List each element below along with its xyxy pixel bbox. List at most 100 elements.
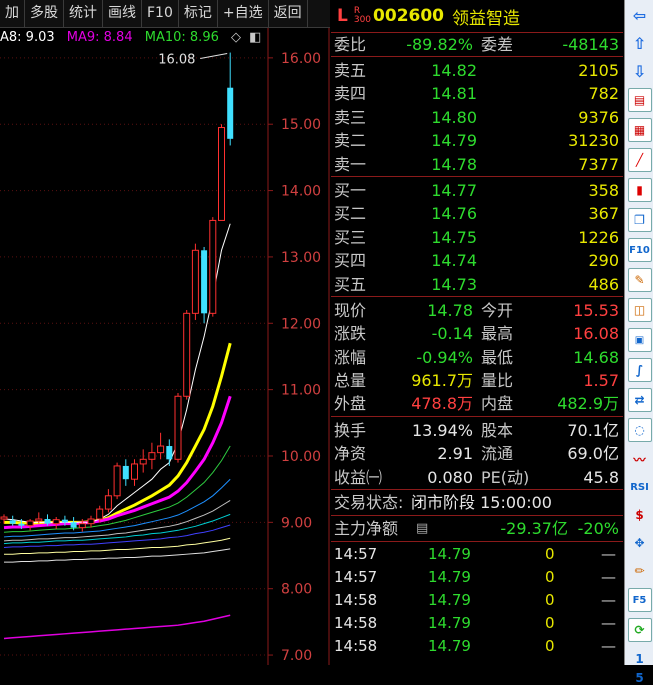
f12-icon[interactable]: ▣ bbox=[627, 328, 652, 352]
high-arrow bbox=[200, 53, 228, 60]
formula-icon[interactable]: ∫ bbox=[627, 358, 652, 382]
flow-detail-icon[interactable]: ▤ bbox=[416, 516, 428, 541]
candle-body bbox=[70, 522, 77, 528]
quote-panel: L R 300 002600 领益智造 委比 -89.82% 委差 -48143… bbox=[331, 0, 623, 665]
candle-body bbox=[78, 523, 86, 529]
ask-book: 卖五 14.82 2105 卖四 14.81 782 卖三 14.80 9376 卖二 14.79 3… bbox=[331, 57, 623, 176]
candle-body bbox=[166, 446, 173, 460]
candle-body bbox=[35, 518, 43, 522]
right-toolbar: ⇦ ⇧ ⇩ ▤ ▦ ╱ ▮ ❐ F10 ✎ ◫ ▣ ∫ ⇄ ◌ 〰 RSI $ … bbox=[624, 0, 653, 685]
toolbar-add[interactable]: 加 bbox=[0, 0, 25, 27]
stat-label: 外盘 bbox=[334, 394, 367, 414]
y-tick-label: 7.00 bbox=[281, 648, 312, 664]
candle-body bbox=[131, 463, 138, 480]
weicha-value: -48143 bbox=[562, 35, 619, 54]
stat-value: 961.7万 bbox=[411, 371, 473, 391]
stat-label: 最高 bbox=[481, 324, 514, 344]
report-icon[interactable]: ▤ bbox=[627, 88, 652, 112]
candle-body bbox=[61, 519, 68, 523]
bid-price: 14.74 bbox=[431, 251, 477, 271]
arrow-left-icon[interactable]: ⇦ bbox=[629, 4, 651, 26]
kline-icon[interactable]: ▮ bbox=[627, 178, 652, 202]
stat-label: 今开 bbox=[481, 300, 514, 320]
bid-book: 买一 14.77 358 买二 14.76 367 买三 14.75 1226 买四 14.74 29… bbox=[331, 175, 623, 296]
f10-icon[interactable]: F10 bbox=[627, 238, 652, 262]
toolbar-add-watchlist[interactable]: +自选 bbox=[218, 0, 269, 27]
board-badge: R 300 bbox=[354, 7, 371, 25]
rsi-icon[interactable]: RSI bbox=[629, 476, 651, 498]
toolbar-mark[interactable]: 标记 bbox=[179, 0, 218, 27]
fundamentals: 换手 13.94% 股本 70.1亿 净资 2.91 流通 69.0亿 收益㈠ 0.080 PE(动… bbox=[331, 415, 623, 489]
fund-value: 2.91 bbox=[437, 444, 473, 464]
fund-value: 45.8 bbox=[583, 467, 619, 487]
tick-price: 14.79 bbox=[428, 568, 471, 587]
toolbar-f10[interactable]: F10 bbox=[142, 0, 179, 27]
main-flow-row: 主力净额 ▤ -29.37亿 -20% bbox=[331, 515, 623, 543]
bid-volume: 486 bbox=[588, 274, 619, 294]
toolbar-back[interactable]: 返回 bbox=[269, 0, 308, 27]
trade-status-row: 交易状态: 闭市阶段 15:00:00 bbox=[331, 489, 623, 515]
period-1[interactable]: 1 bbox=[629, 648, 651, 670]
ma-line bbox=[3, 614, 231, 640]
trade-status-value: 闭市阶段 15:00:00 bbox=[411, 493, 552, 513]
f5-icon[interactable]: F5 bbox=[627, 588, 652, 612]
tick-flag: — bbox=[601, 614, 616, 633]
toolbar-multi-stock[interactable]: 多股 bbox=[25, 0, 64, 27]
cycle-icon[interactable]: ⟳ bbox=[627, 618, 652, 642]
candle-body bbox=[26, 520, 34, 527]
wave-icon[interactable]: 〰 bbox=[629, 448, 651, 470]
candle-body bbox=[191, 249, 199, 314]
ask-label: 卖一 bbox=[334, 154, 367, 174]
main-flow-pct: -20% bbox=[577, 519, 619, 539]
stat-label: 涨跌 bbox=[334, 324, 367, 344]
candlestick-chart[interactable]: 16.00 15.00 14.00 13.00 12.00 11.00 10.00 9.00 8… bbox=[0, 28, 330, 665]
tick-volume: 0 bbox=[545, 637, 555, 656]
high-label: 16.08 bbox=[158, 53, 195, 68]
bid-price: 14.77 bbox=[431, 180, 477, 200]
ask-row: 卖一 14.78 7377 bbox=[331, 153, 623, 176]
period-5[interactable]: 5 bbox=[629, 671, 651, 685]
windows-icon[interactable]: ❐ bbox=[627, 208, 652, 232]
stat-row: 现价 14.78 今开 15.53 bbox=[331, 299, 623, 322]
notes-icon[interactable]: ✎ bbox=[627, 268, 652, 292]
tick-time: 14:57 bbox=[334, 545, 378, 564]
stock-switch-icon[interactable]: ⇄ bbox=[627, 388, 652, 412]
candle-body bbox=[209, 219, 217, 314]
ask-volume: 2105 bbox=[578, 61, 619, 80]
tick-volume: 0 bbox=[545, 545, 555, 564]
bid-row: 买五 14.73 486 bbox=[331, 273, 623, 296]
ask-volume: 9376 bbox=[578, 107, 619, 127]
candle-body bbox=[157, 445, 165, 454]
price-stats: 现价 14.78 今开 15.53 涨跌 -0.14 最高 16.08 涨幅 -0.94% 最低 14… bbox=[331, 295, 623, 416]
self-select-icon[interactable]: ◫ bbox=[627, 298, 652, 322]
move-icon[interactable]: ✥ bbox=[629, 532, 651, 554]
stock-header: L R 300 002600 领益智造 bbox=[331, 0, 623, 33]
ask-price: 14.80 bbox=[431, 107, 477, 127]
tick-price: 14.79 bbox=[428, 591, 471, 610]
arrow-down-icon[interactable]: ⇩ bbox=[629, 60, 651, 82]
pencil-icon[interactable]: ✏ bbox=[629, 560, 651, 582]
ask-row: 卖四 14.81 782 bbox=[331, 82, 623, 105]
toolbar-draw-line[interactable]: 画线 bbox=[103, 0, 142, 27]
tick-price: 14.79 bbox=[428, 545, 471, 564]
arrow-up-icon[interactable]: ⇧ bbox=[629, 32, 651, 54]
y-tick-label: 9.00 bbox=[281, 515, 312, 531]
ma-line bbox=[3, 395, 232, 530]
main-flow-label: 主力净额 bbox=[334, 519, 399, 539]
bid-row: 买四 14.74 290 bbox=[331, 249, 623, 272]
trend-chart-icon[interactable]: ╱ bbox=[627, 148, 652, 172]
y-tick-label: 15.00 bbox=[281, 117, 321, 133]
tick-time: 14:57 bbox=[334, 568, 378, 587]
candle-body bbox=[113, 465, 121, 497]
ask-row: 卖五 14.82 2105 bbox=[331, 59, 623, 82]
table-icon[interactable]: ▦ bbox=[627, 118, 652, 142]
candle-body bbox=[139, 458, 147, 465]
money-icon[interactable]: $ bbox=[629, 504, 651, 526]
bid-row: 买二 14.76 367 bbox=[331, 202, 623, 225]
bid-label: 买三 bbox=[334, 227, 367, 247]
refresh-icon[interactable]: ◌ bbox=[627, 418, 652, 442]
bid-price: 14.75 bbox=[431, 227, 477, 247]
stat-label: 总量 bbox=[334, 371, 367, 391]
stock-name: 领益智造 bbox=[452, 8, 521, 29]
toolbar-stats[interactable]: 统计 bbox=[64, 0, 103, 27]
